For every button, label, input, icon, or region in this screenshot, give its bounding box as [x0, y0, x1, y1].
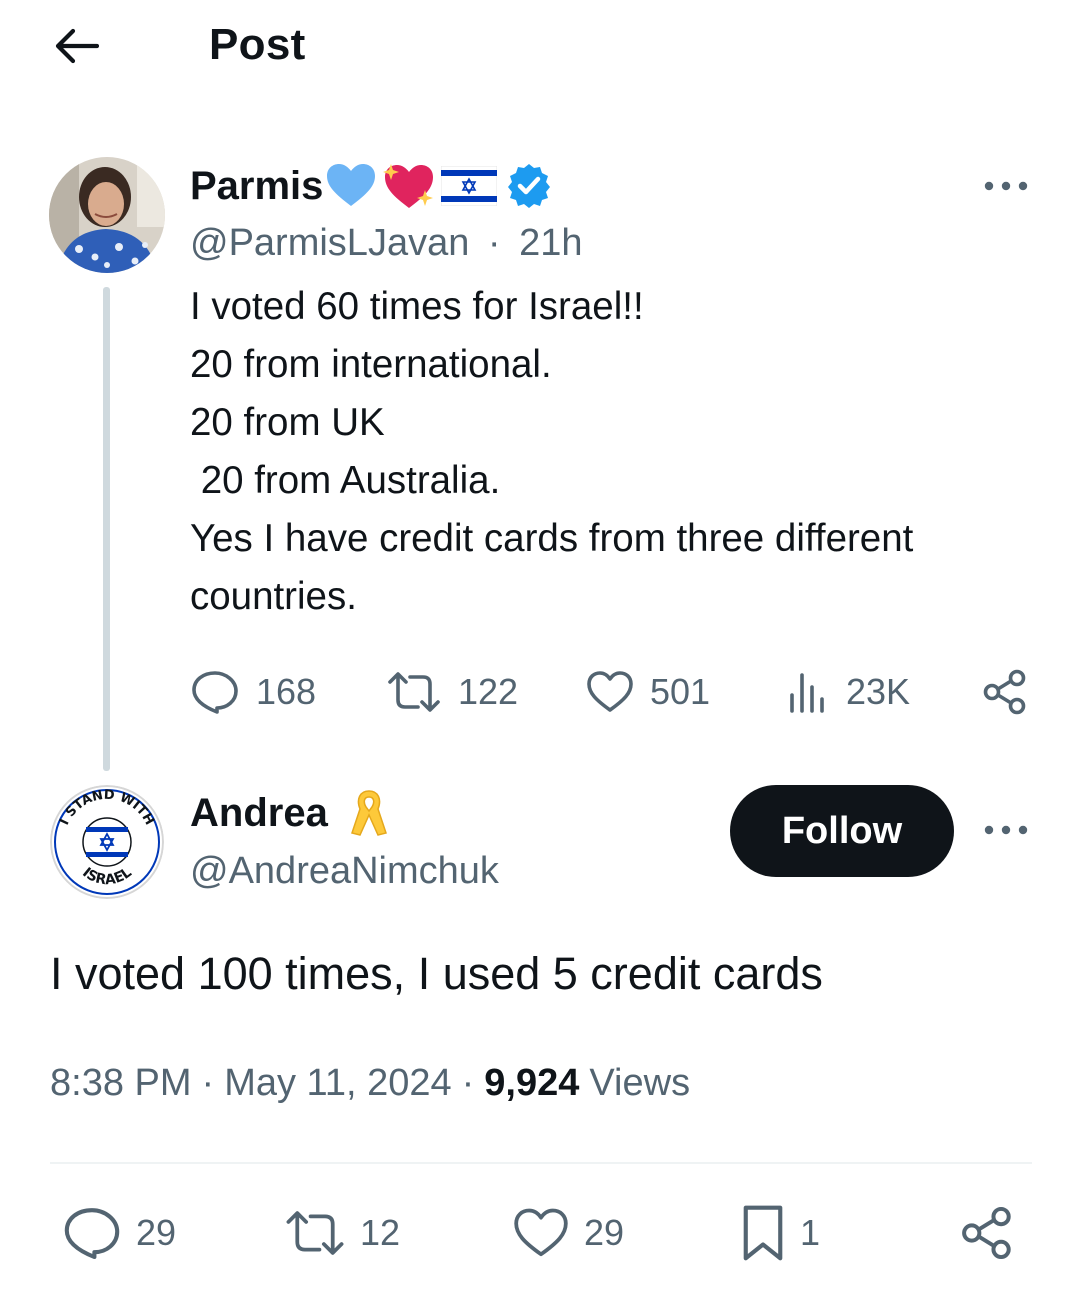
author-handle[interactable]: @ParmisLJavan — [190, 222, 469, 264]
share-button[interactable] — [982, 662, 1028, 722]
post-date[interactable]: May 11, 2024 — [224, 1062, 451, 1105]
verified-badge-icon — [508, 164, 551, 208]
more-options-button[interactable] — [980, 810, 1032, 850]
page-title: Post — [209, 20, 306, 69]
dot-separator: · — [487, 222, 501, 264]
divider — [50, 1162, 1032, 1164]
author-display-name[interactable]: Andrea — [190, 791, 328, 836]
main-post-text: I voted 100 times, I used 5 credit cards — [50, 948, 823, 999]
repost-button[interactable]: 122 — [386, 662, 518, 722]
back-button[interactable] — [48, 22, 104, 70]
author-display-name[interactable]: Parmis — [190, 164, 323, 209]
views-count: 9,924 — [484, 1062, 580, 1104]
blue-heart-icon — [327, 164, 376, 206]
bookmark-icon — [743, 1205, 783, 1261]
author-handle[interactable]: @AndreaNimchuk — [190, 850, 499, 892]
repost-icon — [286, 1211, 344, 1255]
views-bar-chart-icon — [790, 673, 824, 713]
more-options-button[interactable] — [980, 166, 1032, 206]
dot-separator: · — [461, 1062, 475, 1104]
views-count: 23K — [846, 671, 911, 712]
like-count: 501 — [650, 671, 711, 712]
repost-count: 12 — [360, 1212, 401, 1253]
parent-post-text: I voted 60 times for Israel!! 20 from in… — [190, 285, 914, 618]
arrow-left-icon — [55, 28, 99, 64]
avatar-parmis[interactable] — [49, 157, 165, 273]
reply-button[interactable]: 29 — [62, 1200, 176, 1266]
israel-flag-icon — [441, 166, 498, 206]
like-button[interactable]: 29 — [512, 1200, 624, 1266]
views-button[interactable]: 23K — [788, 662, 910, 722]
yellow-ribbon-icon — [350, 790, 387, 836]
post-time[interactable]: 8:38 PM — [50, 1062, 192, 1105]
main-post-actions: 29 12 29 1 — [50, 1200, 1032, 1266]
heart-icon — [587, 671, 633, 712]
reply-count: 168 — [256, 671, 317, 712]
reply-icon — [64, 1208, 120, 1260]
author-handle-row-parmis: @ParmisLJavan · 21h — [190, 222, 583, 265]
reply-icon — [192, 671, 238, 714]
share-icon — [983, 669, 1026, 715]
like-button[interactable]: 501 — [586, 662, 710, 722]
heart-icon — [514, 1208, 568, 1257]
post-time-ago[interactable]: 21h — [519, 222, 582, 264]
repost-count: 122 — [458, 671, 519, 712]
more-dots-icon — [984, 181, 1028, 191]
repost-button[interactable]: 12 — [284, 1200, 400, 1266]
bookmark-count: 1 — [800, 1212, 821, 1253]
author-name-row-andrea: Andrea — [190, 788, 390, 838]
reply-count: 29 — [136, 1212, 177, 1253]
parent-post-actions: 168 122 501 23K — [190, 662, 1040, 722]
avatar-andrea[interactable]: I STAND WITH ISRAEL — [50, 785, 164, 899]
post-meta: 8:38 PM · May 11, 2024 · 9,924 Views — [50, 1062, 690, 1105]
author-name-row-parmis: Parmis — [190, 160, 553, 212]
dot-separator: · — [201, 1062, 215, 1104]
more-dots-icon — [984, 825, 1028, 835]
thread-line — [103, 287, 110, 771]
like-count: 29 — [584, 1212, 625, 1253]
repost-icon — [388, 672, 440, 712]
share-icon — [962, 1206, 1011, 1260]
share-button[interactable] — [960, 1200, 1014, 1266]
author-handle-row-andrea: @AndreaNimchuk — [190, 850, 499, 893]
follow-button[interactable]: Follow — [730, 785, 954, 877]
app-header: Post — [0, 0, 1079, 95]
bookmark-button[interactable]: 1 — [740, 1200, 820, 1266]
reply-button[interactable]: 168 — [190, 662, 316, 722]
sparkling-heart-icon — [383, 164, 434, 208]
views-label: Views — [589, 1062, 691, 1104]
